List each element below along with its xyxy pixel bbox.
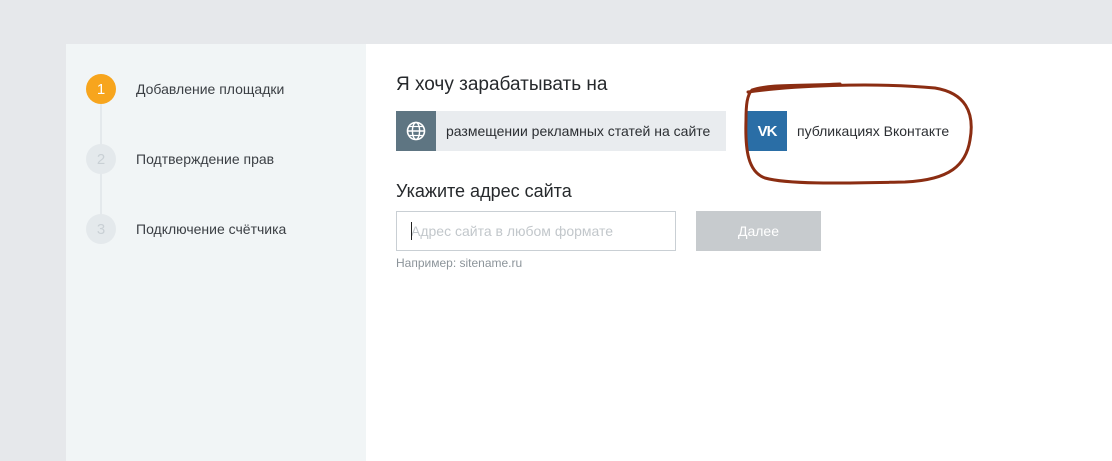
main-panel: Я хочу зарабатывать на размещении реклам… — [396, 44, 1112, 461]
address-hint: Например: sitename.ru — [396, 256, 523, 270]
step-label: Подтверждение прав — [136, 151, 275, 167]
step-connect-counter: 3 Подключение счётчика — [86, 214, 366, 244]
text-caret — [411, 222, 412, 240]
vk-logo-text: VK — [757, 122, 778, 140]
vk-logo-icon: VK — [747, 111, 787, 151]
step-label: Добавление площадки — [136, 81, 285, 97]
steps-sidebar: 1 Добавление площадки 2 Подтверждение пр… — [66, 44, 366, 461]
step-label: Подключение счётчика — [136, 221, 287, 237]
step-add-site: 1 Добавление площадки — [86, 74, 366, 104]
option-site-articles[interactable]: размещении рекламных статей на сайте — [396, 111, 726, 151]
step-confirm-rights: 2 Подтверждение прав — [86, 144, 366, 174]
step-number-badge: 3 — [86, 214, 116, 244]
address-heading: Укажите адрес сайта — [396, 181, 572, 201]
earn-heading: Я хочу зарабатывать на — [396, 74, 608, 95]
globe-icon — [396, 111, 436, 151]
step-number-badge: 1 — [86, 74, 116, 104]
option-vk-publications[interactable]: VK публикациях Вконтакте — [747, 111, 979, 151]
step-connector — [100, 174, 102, 214]
option-label: публикациях Вконтакте — [797, 123, 950, 139]
next-button[interactable]: Далее — [696, 211, 821, 251]
option-label: размещении рекламных статей на сайте — [446, 123, 711, 139]
wizard-card: 1 Добавление площадки 2 Подтверждение пр… — [66, 44, 1112, 461]
step-number-badge: 2 — [86, 144, 116, 174]
step-connector — [100, 104, 102, 144]
site-address-input[interactable] — [396, 211, 676, 251]
